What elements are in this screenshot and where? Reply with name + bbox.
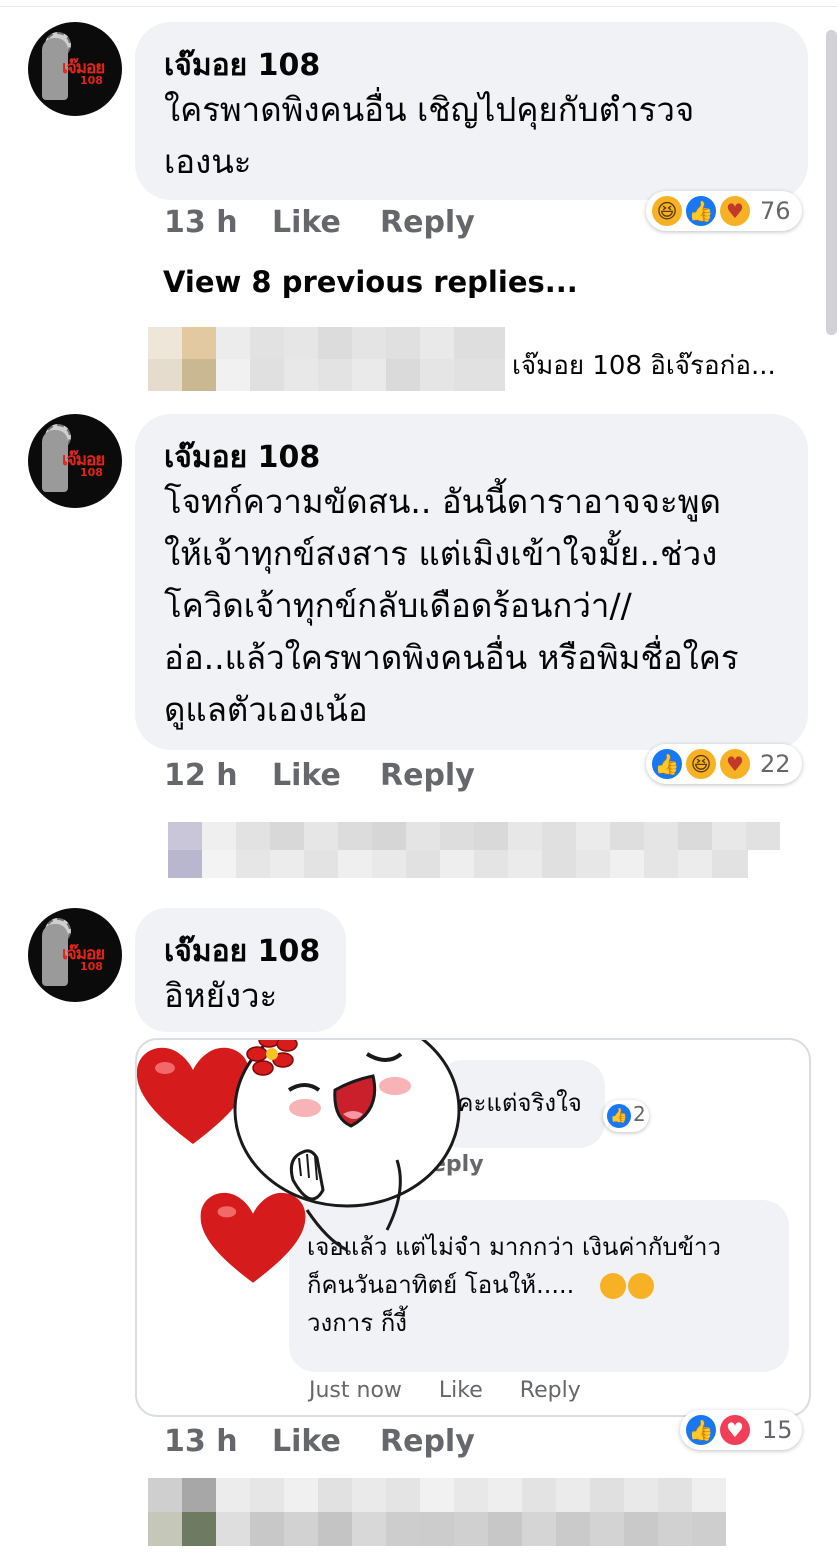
reaction-summary[interactable]: 👍 ♥ 15	[680, 1410, 802, 1450]
scrollbar[interactable]	[826, 30, 837, 335]
avatar[interactable]: เจ๊มอย 108	[28, 414, 122, 508]
inner-reply: Reply	[519, 1378, 581, 1403]
like-icon: 👍	[650, 747, 684, 781]
comment-time[interactable]: 12 h	[164, 758, 238, 793]
reply-button[interactable]: Reply	[380, 205, 475, 240]
like-button[interactable]: Like	[272, 205, 341, 240]
like-button[interactable]: Like	[272, 1424, 341, 1459]
reply-button[interactable]: Reply	[380, 758, 475, 793]
comment-line: ให้เจ้าทุกข์สงสาร แต่เมิงเข้าใจมั้ย..ช่ว…	[164, 534, 718, 573]
care-icon: ♥	[718, 747, 752, 781]
avatar-logo-number: 108	[80, 466, 103, 479]
inner-comment-time: Just now	[309, 1378, 402, 1403]
comment-image[interactable]: นคะแต่จริงใจ 👍 2 2 eply เจอแล้ว แต่ไม่จำ…	[135, 1038, 811, 1417]
comment-line: โควิดเจ้าทุกข์กลับเดือดร้อนกว่า//	[164, 586, 632, 625]
inner-like: Like	[438, 1378, 483, 1403]
reaction-summary[interactable]: 😆 👍 ♥ 76	[646, 191, 802, 231]
comment-bubble: เจ๊มอย 108 ใครพาดพิงคนอื่น เชิญไปคุยกับต…	[135, 22, 808, 200]
comment-line: อิหยังวะ	[164, 976, 278, 1015]
blurred-reply-preview	[148, 1478, 726, 1546]
relieved-emoji-icon	[627, 1273, 654, 1299]
blurred-avatar-name	[148, 327, 505, 391]
comment-line: ดูแลตัวเองเน้อ	[164, 690, 368, 729]
love-icon: ♥	[718, 1413, 752, 1447]
reaction-count: 22	[760, 750, 791, 778]
care-icon: ♥	[718, 194, 752, 228]
comment-line: เองนะ	[164, 142, 252, 181]
inner-comment-line: วงการ ก็งี้	[307, 1309, 407, 1337]
comment-author[interactable]: เจ๊มอย 108	[164, 42, 320, 89]
comment-line: อ่อ..แล้วใครพาดพิงคนอื่น หรือพิมชื่อใคร	[164, 638, 739, 677]
avatar[interactable]: เจ๊มอย 108	[28, 22, 122, 116]
inner-comment-line: ก็คนวันอาทิตย์ โอนให้.....	[307, 1266, 721, 1304]
comment-line: ใครพาดพิงคนอื่น เชิญไปคุยกับตำรวจ	[164, 90, 695, 129]
relieved-emoji-icon	[599, 1273, 626, 1299]
top-divider	[0, 6, 837, 7]
comment-bubble: เจ๊มอย 108 อิหยังวะ	[135, 908, 346, 1032]
comment-time[interactable]: 13 h	[164, 205, 238, 240]
laughing-character-sticker-icon	[233, 1040, 461, 1252]
reply-button[interactable]: Reply	[380, 1424, 475, 1459]
like-button[interactable]: Like	[272, 758, 341, 793]
comment-bubble: เจ๊มอย 108 โจทก์ความขัดสน.. อันนี้ดาราอา…	[135, 414, 808, 750]
comment-author[interactable]: เจ๊มอย 108	[164, 928, 320, 975]
inner-reaction-count: 2	[633, 1102, 646, 1126]
avatar[interactable]: เจ๊มอย 108	[28, 908, 122, 1002]
like-icon: 👍	[684, 194, 718, 228]
comment-text: ใครพาดพิงคนอื่น เชิญไปคุยกับตำรวจ เองนะ	[164, 84, 694, 188]
comment-text: โจทก์ความขัดสน.. อันนี้ดาราอาจจะพูด ให้เ…	[164, 476, 739, 736]
reply-preview-text[interactable]: เจ๊มอย 108 อิเจ๊รอก่อ...	[512, 345, 776, 386]
comment-line: โจทก์ความขัดสน.. อันนี้ดาราอาจจะพูด	[164, 482, 721, 521]
comment-time[interactable]: 13 h	[164, 1424, 238, 1459]
inner-comment-actions: Just now Like Reply	[309, 1378, 581, 1403]
reaction-count: 15	[762, 1416, 793, 1444]
comment-author[interactable]: เจ๊มอย 108	[164, 434, 320, 481]
avatar-logo-number: 108	[80, 74, 103, 87]
haha-icon: 😆	[684, 747, 718, 781]
avatar-logo-number: 108	[80, 960, 103, 973]
like-icon: 👍	[605, 1102, 633, 1130]
like-icon: 👍	[684, 1413, 718, 1447]
view-previous-replies-link[interactable]: View 8 previous replies...	[163, 265, 578, 299]
inner-reaction-summary: 👍 2	[603, 1100, 649, 1132]
comment-text: อิหยังวะ	[164, 970, 277, 1022]
reaction-summary[interactable]: 👍 😆 ♥ 22	[646, 744, 802, 784]
haha-icon: 😆	[650, 194, 684, 228]
reaction-count: 76	[760, 197, 791, 225]
blurred-reply-preview	[168, 822, 780, 878]
